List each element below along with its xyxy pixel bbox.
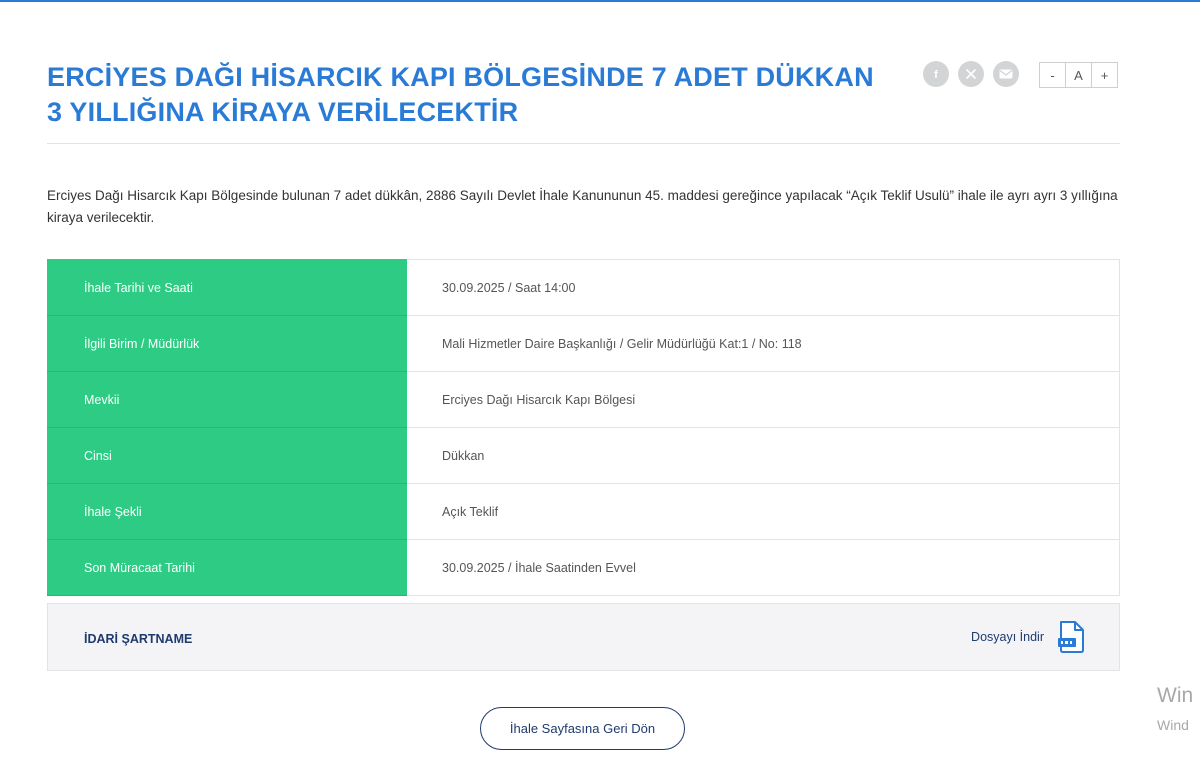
font-size-controls: - A + [1039, 62, 1118, 88]
table-row: İhale Tarihi ve Saati 30.09.2025 / Saat … [47, 259, 1120, 316]
svg-text:f: f [934, 69, 938, 81]
detail-label: İhale Tarihi ve Saati [47, 259, 407, 316]
table-row: Cinsi Dükkan [47, 427, 1120, 484]
x-icon [966, 69, 976, 79]
detail-value: Açık Teklif [406, 483, 1120, 540]
download-link[interactable]: Dosyayı İndir [971, 621, 1085, 653]
back-to-tenders-button[interactable]: İhale Sayfasına Geri Dön [480, 707, 685, 750]
detail-value: 30.09.2025 / Saat 14:00 [406, 259, 1120, 316]
x-share-button[interactable] [958, 61, 984, 87]
facebook-share-button[interactable]: f [923, 61, 949, 87]
mail-share-button[interactable] [993, 61, 1019, 87]
share-buttons: f [923, 61, 1019, 87]
title-divider [47, 143, 1120, 144]
facebook-icon: f [934, 69, 938, 81]
detail-label: Cinsi [47, 427, 407, 484]
document-row: İDARİ ŞARTNAME Dosyayı İndir [47, 603, 1120, 671]
table-row: İhale Şekli Açık Teklif [47, 483, 1120, 540]
pdf-file-icon [1058, 621, 1084, 653]
table-row: İlgili Birim / Müdürlük Mali Hizmetler D… [47, 315, 1120, 372]
watermark-line-1: Win [1157, 684, 1194, 707]
detail-value: 30.09.2025 / İhale Saatinden Evvel [406, 539, 1120, 596]
detail-label: Son Müracaat Tarihi [47, 539, 407, 596]
detail-value: Dükkan [406, 427, 1120, 484]
font-decrease-button[interactable]: - [1040, 63, 1066, 87]
document-title: İDARİ ŞARTNAME [84, 632, 193, 646]
detail-label: Mevkii [47, 371, 407, 428]
detail-label: İhale Şekli [47, 483, 407, 540]
top-accent-bar [0, 0, 1200, 2]
table-row: Mevkii Erciyes Dağı Hisarcık Kapı Bölges… [47, 371, 1120, 428]
detail-label: İlgili Birim / Müdürlük [47, 315, 407, 372]
page-title: ERCİYES DAĞI HİSARCIK KAPI BÖLGESİNDE 7 … [47, 62, 874, 127]
detail-value: Erciyes Dağı Hisarcık Kapı Bölgesi [406, 371, 1120, 428]
tender-details-table: İhale Tarihi ve Saati 30.09.2025 / Saat … [47, 259, 1120, 596]
detail-value: Mali Hizmetler Daire Başkanlığı / Gelir … [406, 315, 1120, 372]
watermark-line-2: Wind [1157, 717, 1189, 733]
font-increase-button[interactable]: + [1092, 63, 1117, 87]
tender-description: Erciyes Dağı Hisarcık Kapı Bölgesinde bu… [47, 188, 1118, 225]
table-row: Son Müracaat Tarihi 30.09.2025 / İhale S… [47, 539, 1120, 596]
font-reset-button[interactable]: A [1066, 63, 1092, 87]
windows-activation-watermark: Win Wind [1157, 683, 1193, 735]
mail-icon [999, 69, 1013, 79]
download-label: Dosyayı İndir [971, 630, 1044, 644]
